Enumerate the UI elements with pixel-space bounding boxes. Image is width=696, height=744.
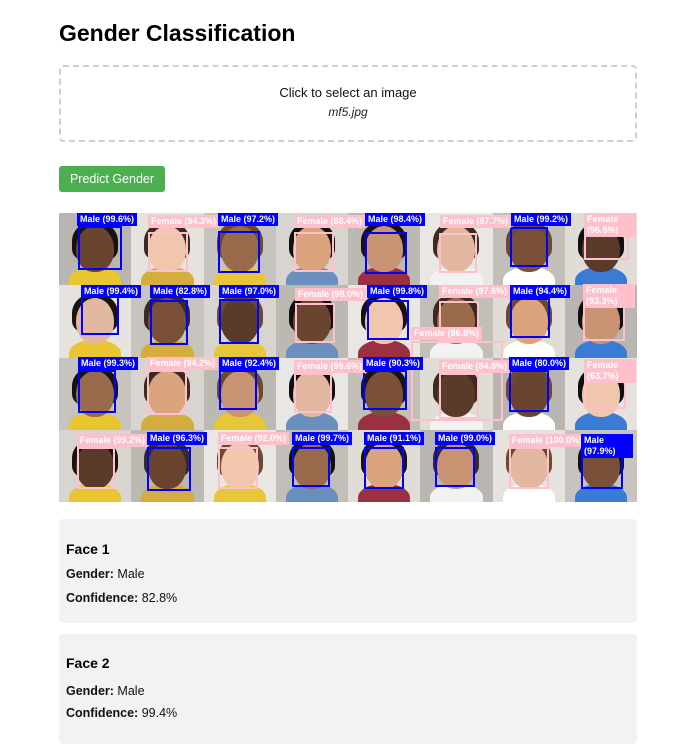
detection-box-male — [365, 232, 407, 274]
detection-label: Female (99.2%) — [77, 434, 149, 447]
detection-label: Male (99.6%) — [77, 213, 138, 226]
gender-value: Male — [117, 684, 145, 698]
detection-box-male — [435, 447, 475, 487]
detection-label: Female (96.5%) — [584, 213, 636, 237]
detection-label: Female (88.4%) — [294, 215, 366, 228]
detection-box-male — [367, 300, 409, 340]
detection-box-male — [510, 298, 550, 338]
detection-label: Male (99.3%) — [78, 357, 139, 370]
detection-box-female — [148, 232, 188, 272]
gender-line: Gender: Male — [66, 567, 145, 581]
face-result-card: Face 1 Gender: Male Confidence: 82.8% — [59, 519, 637, 623]
detection-box-male — [219, 299, 259, 344]
detection-label: Male (99.2%) — [511, 213, 572, 226]
detection-box-female — [294, 232, 334, 272]
detection-label: Female (86.8%) — [411, 327, 483, 340]
detection-label: Male (99.4%) — [81, 285, 142, 298]
confidence-value: 82.8% — [141, 591, 178, 605]
detection-box-male — [78, 226, 122, 270]
detection-box-female — [77, 447, 115, 489]
detection-label: Female (92.0%) — [218, 432, 290, 445]
detection-box-female — [439, 233, 477, 273]
detection-label: Female (94.2%) — [147, 357, 219, 370]
confidence-line: Confidence: 99.4% — [66, 706, 177, 720]
detection-label: Male (98.4%) — [365, 213, 426, 226]
gender-label: Gender: — [66, 567, 114, 581]
detection-box-male — [219, 370, 257, 410]
detection-box-female — [218, 447, 258, 489]
face-result-card: Face 2 Gender: Male Confidence: 99.4% — [59, 634, 637, 744]
confidence-label: Confidence: — [66, 591, 139, 605]
detection-box-male — [147, 447, 191, 491]
page-title: Gender Classification — [59, 20, 296, 46]
gender-label: Gender: — [66, 684, 114, 698]
detection-label: Female (93.3%) — [583, 284, 635, 308]
detection-label: Male (96.3%) — [147, 432, 208, 445]
detection-label: Male (99.8%) — [367, 285, 428, 298]
detection-label: Male (82.8%) — [150, 285, 211, 298]
detection-label: Male (97.2%) — [218, 213, 279, 226]
image-upload-dropzone[interactable]: Click to select an image mf5.jpg — [59, 65, 637, 142]
confidence-label: Confidence: — [66, 706, 139, 720]
detection-label: Female (94.3%) — [148, 215, 220, 228]
detection-label: Male (90.3%) — [363, 357, 424, 370]
detection-label: Female (97.6%) — [439, 285, 511, 298]
predict-gender-button[interactable]: Predict Gender — [59, 166, 165, 192]
detection-label: Male (92.4%) — [219, 357, 280, 370]
detection-box-female — [439, 373, 479, 419]
detection-label: Female (84.8%) — [439, 360, 511, 373]
detection-box-female — [509, 447, 549, 489]
confidence-value: 99.4% — [141, 706, 178, 720]
face-title: Face 2 — [66, 655, 110, 671]
detection-label: Female (98.0%) — [295, 288, 367, 301]
detection-box-female — [295, 303, 335, 343]
detection-label: Male (97.9%) — [581, 434, 633, 458]
selected-filename: mf5.jpg — [328, 105, 368, 119]
detection-label: Male (97.0%) — [219, 285, 280, 298]
detection-label: Male (91.1%) — [364, 432, 425, 445]
detection-box-male — [509, 370, 549, 412]
detection-label: Female (87.7%) — [440, 215, 512, 228]
gender-line: Gender: Male — [66, 684, 145, 698]
detection-box-male — [292, 447, 330, 487]
gender-value: Male — [117, 567, 145, 581]
detection-label: Female (63.7%) — [584, 359, 636, 383]
detection-label: Male (99.7%) — [292, 432, 353, 445]
detection-box-male — [510, 227, 548, 267]
face-title: Face 1 — [66, 541, 110, 557]
detection-box-female — [147, 370, 187, 415]
detection-label: Male (94.4%) — [510, 285, 571, 298]
detection-label: Female (99.6%) — [294, 360, 366, 373]
confidence-line: Confidence: 82.8% — [66, 591, 177, 605]
upload-prompt: Click to select an image — [279, 85, 417, 100]
detection-box-male — [218, 231, 260, 273]
detection-box-male — [78, 370, 116, 413]
detection-box-male — [363, 370, 407, 410]
detection-box-male — [150, 300, 188, 345]
annotated-result-image: Male (99.6%) Female (94.3%) Male (97.2%) Fe… — [59, 213, 637, 502]
detection-box-female — [294, 373, 332, 413]
detection-label: Male (99.0%) — [435, 432, 496, 445]
detection-label: Male (80.0%) — [509, 357, 570, 370]
detection-label: Female (100.0%) — [509, 434, 586, 447]
detection-box-male — [364, 447, 404, 489]
